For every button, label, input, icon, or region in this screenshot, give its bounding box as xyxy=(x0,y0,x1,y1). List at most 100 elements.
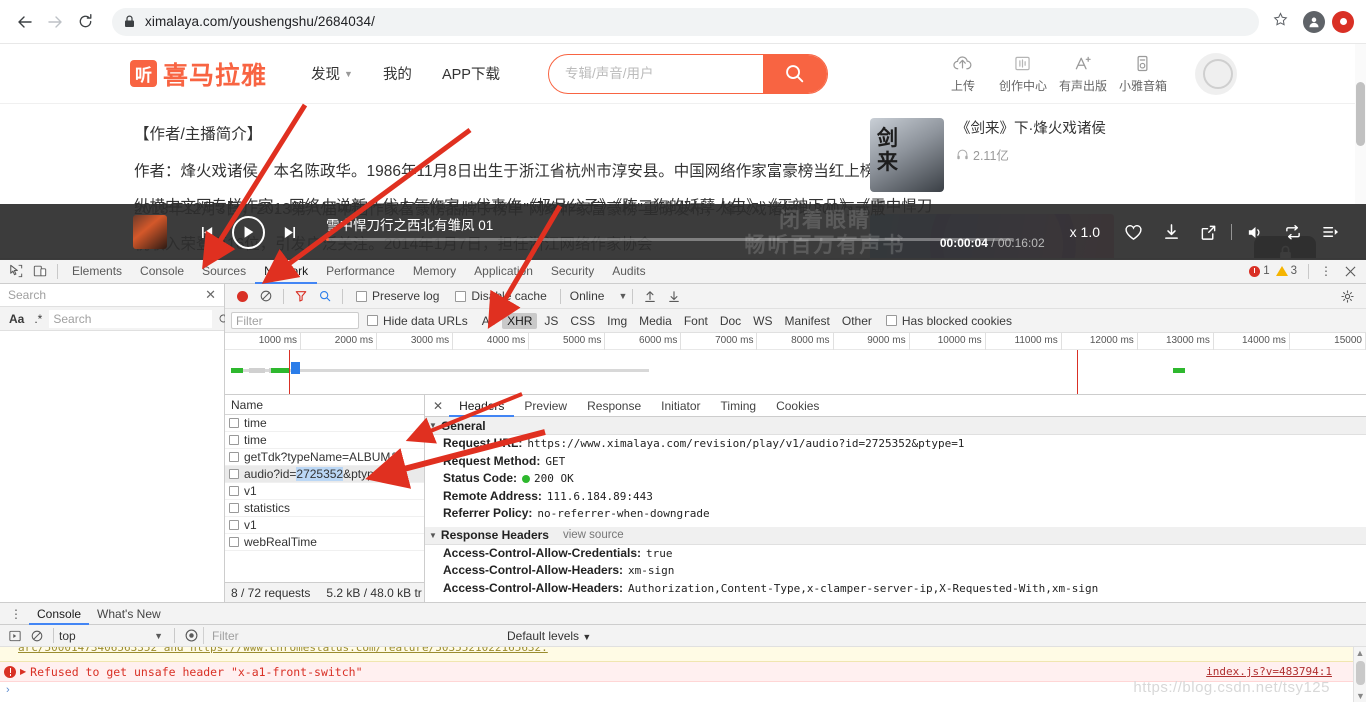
devtools-tab-console[interactable]: Console xyxy=(131,259,193,284)
clear-console-icon[interactable] xyxy=(26,630,48,642)
devtools-tab-network[interactable]: Network xyxy=(255,259,318,284)
devtools-tab-elements[interactable]: Elements xyxy=(63,259,131,284)
devtools-tab-audits[interactable]: Audits xyxy=(603,259,654,284)
record-icon[interactable] xyxy=(237,290,248,302)
search-icon[interactable] xyxy=(319,290,331,302)
request-checkbox[interactable] xyxy=(229,503,239,513)
throttling-select[interactable]: Online ▼ xyxy=(570,289,628,303)
search-input[interactable] xyxy=(548,66,763,81)
response-headers-section-header[interactable]: ▼ Response Headers view source xyxy=(425,526,1366,545)
has-blocked-cookies-checkbox[interactable]: Has blocked cookies xyxy=(885,314,1012,328)
detail-tab-response[interactable]: Response xyxy=(577,395,651,417)
nav-item-mine[interactable]: 我的 xyxy=(383,63,412,84)
request-checkbox[interactable] xyxy=(229,469,239,479)
tool-upload[interactable]: 上传 xyxy=(933,53,993,94)
devtools-tab-security[interactable]: Security xyxy=(542,259,603,284)
drawer-tab-whats-new[interactable]: What's New xyxy=(89,603,169,625)
request-row[interactable]: v1 xyxy=(225,483,424,500)
profile-avatar[interactable] xyxy=(1303,10,1325,33)
device-toolbar-icon[interactable] xyxy=(28,260,52,282)
tool-speaker[interactable]: 小雅音箱 xyxy=(1113,53,1173,94)
user-avatar[interactable] xyxy=(1194,52,1237,95)
request-row[interactable]: audio?id=2725352&ptype=1 xyxy=(225,466,424,483)
devtools-tab-performance[interactable]: Performance xyxy=(317,259,404,284)
expand-triangle-icon[interactable]: ▶ xyxy=(20,667,26,676)
detail-tab-initiator[interactable]: Initiator xyxy=(651,395,710,417)
filter-type-manifest[interactable]: Manifest xyxy=(780,313,835,329)
filter-type-xhr[interactable]: XHR xyxy=(502,312,538,329)
live-expression-icon[interactable] xyxy=(180,629,203,642)
clear-icon[interactable] xyxy=(260,290,272,302)
general-section-header[interactable]: ▼ General xyxy=(425,417,1366,435)
nav-item-discover[interactable]: 发现 ▼ xyxy=(311,63,353,84)
disable-cache-checkbox[interactable]: Disable cache xyxy=(455,289,547,303)
search-button[interactable] xyxy=(762,54,827,93)
player-progress-bar[interactable] xyxy=(326,238,1014,241)
checkbox[interactable] xyxy=(455,290,467,302)
filter-type-img[interactable]: Img xyxy=(602,313,632,329)
playlist-icon[interactable] xyxy=(1322,224,1340,240)
volume-icon[interactable] xyxy=(1246,224,1264,241)
console-filter-input[interactable] xyxy=(203,627,493,644)
filter-type-doc[interactable]: Doc xyxy=(715,313,746,329)
request-row[interactable]: time xyxy=(225,415,424,432)
recommend-card[interactable]: 《剑来》下·烽火戏诸侯 2.11亿 xyxy=(870,118,1140,192)
detail-tab-timing[interactable]: Timing xyxy=(711,395,767,417)
request-checkbox[interactable] xyxy=(229,418,239,428)
inspect-element-icon[interactable] xyxy=(4,260,28,282)
request-row[interactable]: statistics xyxy=(225,500,424,517)
error-count-badge[interactable]: 1 xyxy=(1249,265,1270,277)
reload-button[interactable] xyxy=(70,7,100,37)
view-source-link[interactable]: view source xyxy=(563,529,624,541)
previous-track-button[interactable] xyxy=(199,224,216,241)
request-row[interactable]: webRealTime xyxy=(225,534,424,551)
console-warning-message[interactable]: arc/50001473406563352 and https://www.ch… xyxy=(0,647,1366,662)
devtools-tab-application[interactable]: Application xyxy=(465,259,542,284)
console-levels-select[interactable]: Default levels ▼ xyxy=(507,629,591,643)
checkbox[interactable] xyxy=(356,290,367,302)
request-checkbox[interactable] xyxy=(229,452,239,462)
execute-icon[interactable] xyxy=(4,630,26,642)
address-bar[interactable]: ximalaya.com/youshengshu/2684034/ xyxy=(112,7,1259,36)
close-icon[interactable]: ✕ xyxy=(427,399,449,413)
request-list-header[interactable]: Name xyxy=(225,395,424,415)
playback-speed[interactable]: x 1.0 xyxy=(1070,224,1100,240)
match-case-icon[interactable]: Aa xyxy=(4,312,29,326)
download-icon[interactable] xyxy=(1163,223,1180,241)
request-checkbox[interactable] xyxy=(229,486,239,496)
more-options-icon[interactable]: ⋮ xyxy=(4,607,29,621)
forward-button[interactable] xyxy=(40,7,70,37)
heart-icon[interactable] xyxy=(1124,223,1143,241)
export-har-icon[interactable] xyxy=(668,290,680,303)
extension-icon[interactable] xyxy=(1332,10,1354,33)
filter-type-ws[interactable]: WS xyxy=(748,313,777,329)
tool-creation-center[interactable]: 创作中心 xyxy=(993,53,1053,94)
filter-type-other[interactable]: Other xyxy=(837,313,877,329)
checkbox[interactable] xyxy=(367,315,378,326)
filter-funnel-icon[interactable] xyxy=(295,290,307,302)
bookmark-star-icon[interactable] xyxy=(1265,12,1296,31)
player-album-cover[interactable] xyxy=(133,215,167,249)
detail-tab-headers[interactable]: Headers xyxy=(449,395,515,417)
console-scrollbar[interactable]: ▲ ▼ xyxy=(1353,647,1366,702)
scroll-up-arrow-icon[interactable]: ▲ xyxy=(1354,647,1366,659)
request-row[interactable]: getTdk?typeName=ALBUM& xyxy=(225,449,424,466)
search-input[interactable] xyxy=(49,309,213,328)
network-filter-input[interactable] xyxy=(231,312,359,329)
filter-type-media[interactable]: Media xyxy=(634,313,677,329)
request-checkbox[interactable] xyxy=(229,537,239,547)
settings-gear-icon[interactable] xyxy=(1341,289,1354,303)
request-checkbox[interactable] xyxy=(229,520,239,530)
console-context-select[interactable]: top ▼ xyxy=(59,629,169,643)
filter-type-js[interactable]: JS xyxy=(539,313,563,329)
back-button[interactable] xyxy=(10,7,40,37)
filter-type-css[interactable]: CSS xyxy=(565,313,600,329)
filter-type-all[interactable]: All xyxy=(477,313,500,329)
warning-count-badge[interactable]: 3 xyxy=(1275,265,1297,277)
play-button[interactable] xyxy=(232,215,265,249)
request-checkbox[interactable] xyxy=(229,435,239,445)
request-row[interactable]: time xyxy=(225,432,424,449)
drawer-tab-console[interactable]: Console xyxy=(29,603,90,625)
regex-icon[interactable]: .* xyxy=(29,312,47,326)
close-icon[interactable] xyxy=(1338,260,1362,282)
